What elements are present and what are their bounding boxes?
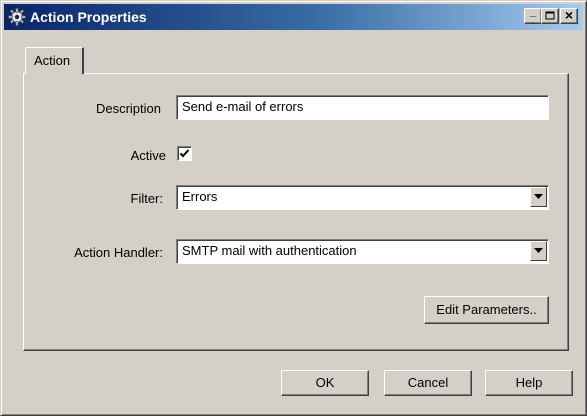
filter-label: Filter: [130, 191, 164, 206]
close-button[interactable]: × [560, 8, 578, 24]
chevron-down-icon [534, 248, 543, 253]
description-label: Description [95, 101, 161, 116]
window-title: Action Properties [30, 9, 147, 25]
title-bar[interactable]: Action Properties _ × [4, 4, 583, 30]
close-icon: × [564, 7, 574, 23]
action-handler-select[interactable]: SMTP mail with authentication [176, 239, 549, 264]
tab-action[interactable]: Action [25, 47, 84, 74]
cancel-button[interactable]: Cancel [384, 370, 472, 396]
action-handler-value: SMTP mail with authentication [182, 243, 357, 258]
minimize-icon: _ [529, 6, 537, 18]
description-field[interactable]: Send e-mail of errors [176, 95, 549, 120]
maximize-icon [545, 11, 555, 20]
active-label: Active [130, 148, 166, 163]
action-handler-dropdown-button[interactable] [530, 241, 547, 261]
minimize-button[interactable]: _ [524, 6, 542, 24]
action-handler-label: Action Handler: [74, 245, 163, 260]
gear-icon [8, 8, 26, 26]
dialog-window: Action Properties _ × Action Description… [0, 0, 587, 416]
help-button[interactable]: Help [485, 370, 573, 396]
tab-action-label: Action [34, 53, 71, 68]
filter-dropdown-button[interactable] [530, 187, 547, 207]
chevron-down-icon [534, 194, 543, 199]
checkmark-icon [179, 149, 190, 158]
edit-parameters-button[interactable]: Edit Parameters.. [424, 296, 549, 324]
active-checkbox[interactable] [177, 146, 192, 161]
filter-select[interactable]: Errors [176, 185, 549, 210]
filter-value: Errors [182, 189, 218, 204]
maximize-button[interactable] [541, 8, 559, 24]
ok-button[interactable]: OK [281, 370, 369, 396]
